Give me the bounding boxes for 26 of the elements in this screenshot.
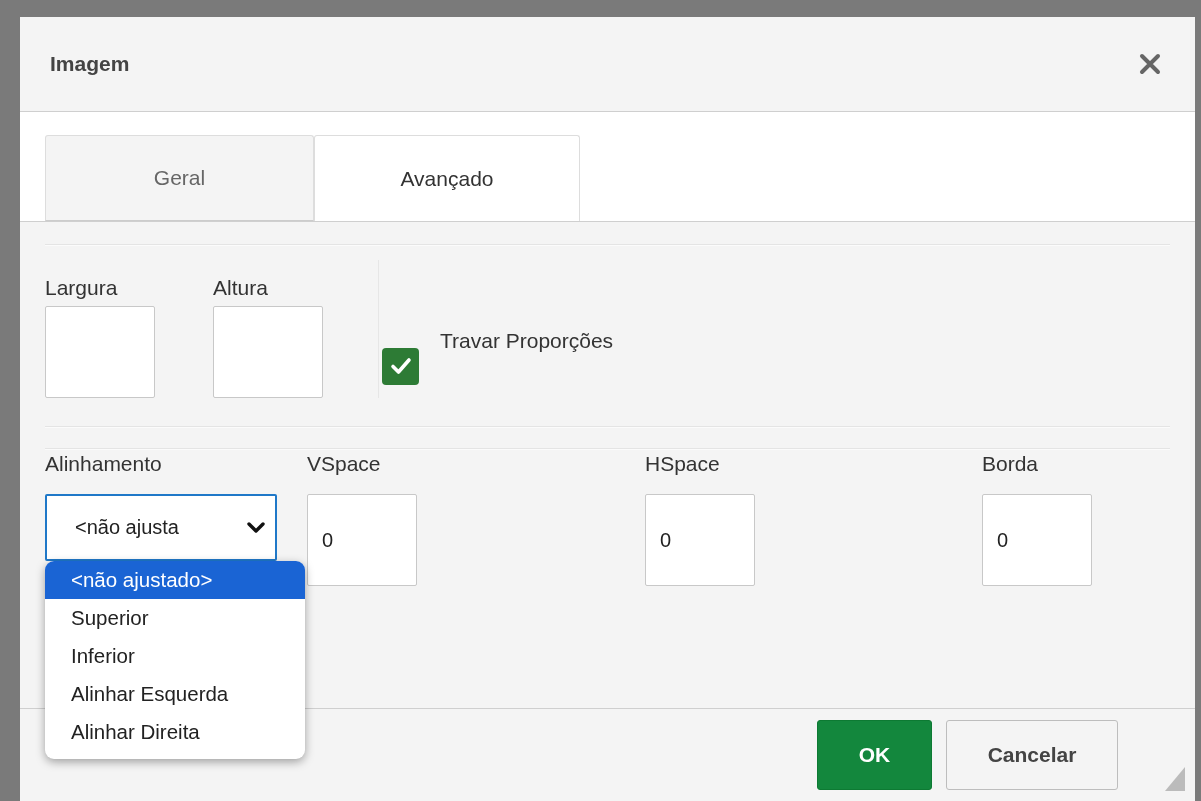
dialog-title: Imagem: [50, 52, 130, 76]
dropdown-option[interactable]: <não ajustado>: [45, 561, 305, 599]
field-label: Largura: [45, 275, 119, 301]
input-field[interactable]: [213, 306, 323, 398]
dropdown-option[interactable]: Superior: [45, 599, 305, 637]
tab[interactable]: Avançado: [314, 135, 580, 221]
field-label: Alinhamento: [45, 451, 163, 477]
input-field[interactable]: [45, 306, 155, 398]
dropdown-option[interactable]: Alinhar Esquerda: [45, 675, 305, 713]
dropdown-option[interactable]: Alinhar Direita: [45, 713, 305, 751]
cancel-button[interactable]: Cancelar: [946, 720, 1118, 790]
tab[interactable]: Geral: [45, 135, 314, 221]
dropdown-option[interactable]: Inferior: [45, 637, 305, 675]
close-icon[interactable]: [1139, 53, 1161, 75]
resize-grip-icon[interactable]: [1165, 767, 1185, 791]
input-field[interactable]: 0: [307, 494, 417, 586]
field-label: Altura: [213, 275, 269, 301]
chevron-icon: [247, 521, 265, 534]
checkbox[interactable]: [382, 347, 419, 385]
checkbox-label: Travar Proporções: [440, 329, 614, 353]
field-label: Borda: [982, 451, 1040, 477]
input-field[interactable]: 0: [982, 494, 1092, 586]
input-field[interactable]: 0: [645, 494, 755, 586]
ok-button[interactable]: OK: [817, 720, 932, 790]
field-label: VSpace: [307, 451, 382, 477]
field-label: HSpace: [645, 451, 721, 477]
